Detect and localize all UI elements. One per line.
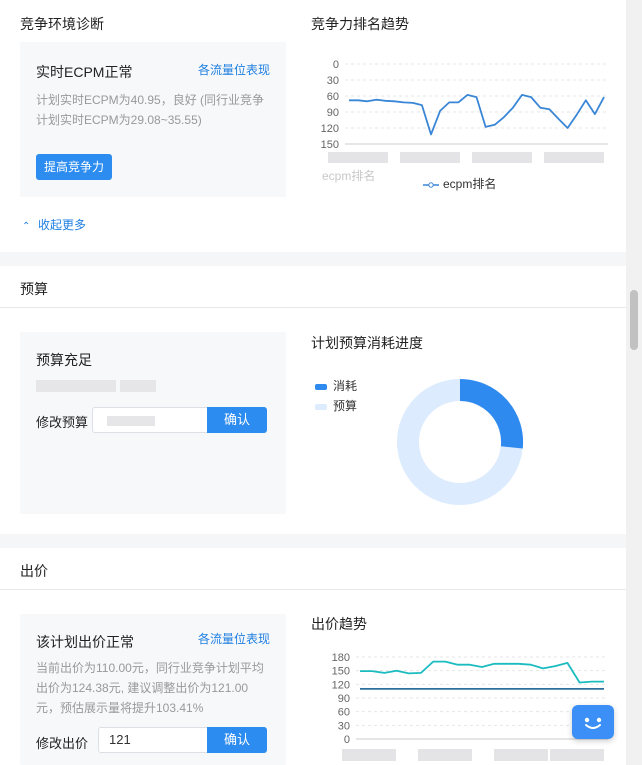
y-axis-label: ecpm排名	[322, 168, 375, 183]
budget-edit-label: 修改预算	[36, 415, 89, 430]
bid-edit-label: 修改出价	[36, 736, 89, 751]
redacted-x-tick	[472, 152, 532, 163]
redacted-x-tick	[550, 749, 604, 761]
y-tick-label: 60	[338, 707, 350, 719]
budget-section: 预算 预算充足 修改预算 确认 计划预算消耗进度 消耗 预算	[0, 266, 626, 534]
y-tick-label: 120	[332, 679, 350, 691]
budget-header: 预算	[0, 266, 626, 308]
redacted-x-tick	[328, 152, 388, 163]
ecpm-description: 计划实时ECPM为40.95，良好 (同行业竞争 计划实时ECPM为29.08~…	[36, 93, 265, 127]
y-tick-label: 120	[321, 123, 339, 135]
chat-assistant-button[interactable]	[572, 705, 614, 739]
line-marker-icon	[423, 182, 439, 188]
budget-confirm-button[interactable]: 确认	[207, 407, 267, 433]
scrollbar-thumb[interactable]	[630, 290, 638, 350]
bid-card: 该计划出价正常 各流量位表现 当前出价为110.00元，同行业竞争计划平均 出价…	[20, 614, 286, 765]
y-tick-label: 180	[332, 653, 350, 664]
competition-section: 竞争环境诊断 竞争力排名趋势 实时ECPM正常 各流量位表现 计划实时ECPM为…	[0, 0, 626, 252]
bid-section: 出价 该计划出价正常 各流量位表现 当前出价为110.00元，同行业竞争计划平均…	[0, 548, 626, 765]
improve-competitiveness-button[interactable]: 提高竞争力	[36, 154, 112, 180]
bid-header: 出价	[0, 548, 626, 590]
budget-section-title: 预算	[20, 281, 48, 297]
budget-card: 预算充足 修改预算 确认	[20, 332, 286, 514]
bid-chart-title: 出价趋势	[311, 616, 367, 632]
budget-card-title: 预算充足	[36, 352, 92, 368]
bid-input[interactable]: 121	[98, 727, 208, 753]
series-line	[360, 660, 604, 684]
traffic-performance-link[interactable]: 各流量位表现	[198, 61, 270, 78]
y-tick-label: 30	[338, 720, 350, 732]
bid-card-title: 该计划出价正常	[36, 634, 134, 650]
redacted-value	[107, 416, 155, 426]
bid-traffic-performance-link[interactable]: 各流量位表现	[198, 630, 270, 647]
bid-section-title: 出价	[20, 563, 48, 579]
redacted-x-tick	[494, 749, 548, 761]
legend-consumed: 消耗	[315, 377, 357, 394]
budget-donut-chart	[397, 378, 524, 505]
budget-input[interactable]	[92, 407, 208, 433]
y-tick-label: 150	[332, 666, 350, 678]
y-tick-label: 60	[327, 91, 339, 103]
redacted-x-tick	[418, 749, 472, 761]
redacted-text	[120, 380, 156, 392]
y-tick-label: 0	[333, 59, 339, 71]
ecpm-card: 实时ECPM正常 各流量位表现 计划实时ECPM为40.95，良好 (同行业竞争…	[20, 42, 286, 197]
smiley-robot-icon	[584, 717, 602, 729]
ecpm-card-title: 实时ECPM正常	[36, 64, 133, 80]
page-scrollbar[interactable]	[626, 0, 642, 765]
redacted-x-tick	[342, 749, 396, 761]
bid-confirm-button[interactable]: 确认	[207, 727, 267, 753]
y-tick-label: 90	[338, 693, 350, 705]
rank-chart-title: 竞争力排名趋势	[311, 16, 409, 32]
y-tick-label: 150	[321, 139, 339, 151]
y-tick-label: 0	[344, 734, 350, 746]
bid-description: 当前出价为110.00元，同行业竞争计划平均 出价为124.38元, 建议调整出…	[36, 661, 264, 715]
budget-chart-title: 计划预算消耗进度	[311, 335, 423, 351]
legend-budget: 预算	[315, 397, 357, 414]
redacted-text	[36, 380, 116, 392]
redacted-x-tick	[544, 152, 604, 163]
donut-consumed-arc	[459, 378, 524, 449]
y-tick-label: 90	[327, 107, 339, 119]
double-chevron-up-icon: ⌃	[22, 221, 31, 232]
y-tick-label: 30	[327, 75, 339, 87]
redacted-x-tick	[400, 152, 460, 163]
competition-title: 竞争环境诊断	[20, 16, 104, 32]
rank-legend: ecpm排名	[423, 175, 496, 192]
collapse-more-link[interactable]: ⌃ 收起更多	[22, 216, 86, 233]
